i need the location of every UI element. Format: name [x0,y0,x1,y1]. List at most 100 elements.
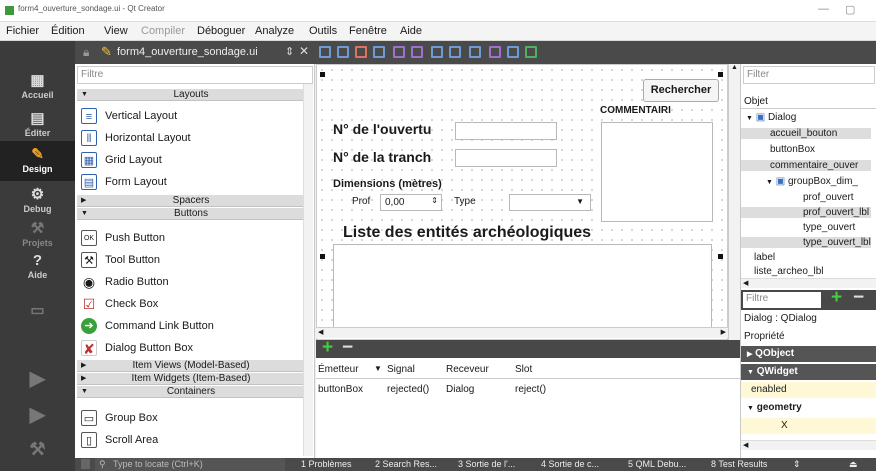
tree-item-prof-ouvert[interactable]: prof_ouvert [803,192,854,203]
tree-item-groupbox[interactable]: ▼ ▣ groupBox_dim_ [766,176,858,187]
widget-box-scrollbar[interactable] [303,84,313,456]
prop-horizontal-scrollbar[interactable]: ◀ [741,440,876,450]
liste-archeo-table[interactable] [333,244,712,334]
menu-fichier[interactable]: Fichier [6,25,39,37]
prop-qwidget[interactable]: ▼ QWidget [741,364,876,380]
scroll-left-icon[interactable]: ◀ [318,328,323,336]
canvas-horizontal-scrollbar[interactable]: ◀ ▶ [316,327,728,338]
widget-tool-button[interactable]: ⚒ Tool Button [81,250,160,270]
resize-handle[interactable] [718,254,723,259]
prop-enabled[interactable]: enabled [741,382,876,398]
build-icon[interactable]: ⚒ [0,440,75,458]
edit-signals-icon[interactable] [337,46,349,58]
prop-x[interactable]: X [741,418,876,434]
commentaire-field[interactable] [601,122,713,222]
slot-header[interactable]: Slot [515,364,532,375]
row-signal[interactable]: rejected() [387,384,429,395]
signal-header[interactable]: Signal [387,364,415,375]
widget-command-link-button[interactable]: ➔ Command Link Button [81,316,214,336]
spin-arrows-icon[interactable]: ⇕ [431,196,438,205]
property-filter-input[interactable]: Filtre [743,292,821,308]
category-item-views[interactable]: ▶ Item Views (Model-Based) [77,360,305,372]
widget-filter-input[interactable]: Filtre [77,66,313,84]
category-spacers[interactable]: ▶ Spacers [77,195,305,207]
debug-run-icon[interactable]: ▶ [0,405,75,425]
resize-handle[interactable] [320,72,325,77]
splitter-horizontal-icon[interactable] [431,46,443,58]
panel-toggle-icon[interactable]: ⏏ [849,459,858,470]
run-icon[interactable]: ▶ [0,369,75,389]
tab-sortie-compilation[interactable]: 4 Sortie de c... [541,459,599,469]
tab-search-results[interactable]: 2 Search Res... [375,459,437,469]
menu-deboguer[interactable]: Déboguer [197,25,245,37]
tree-item-commentaire[interactable]: commentaire_ouver [741,160,871,171]
scroll-up-icon[interactable]: ▲ [731,64,738,71]
tree-item-accueil-bouton[interactable]: accueil_bouton [741,128,871,139]
tree-item-type-ouvert[interactable]: type_ouvert [803,222,855,233]
tab-problemes[interactable]: 1 Problèmes [301,459,352,469]
horizontal-layout-icon[interactable] [393,46,405,58]
widget-radio-button[interactable]: ◉ Radio Button [81,272,169,292]
category-layouts[interactable]: ▼ Layouts [77,89,305,101]
tree-item-type-ouvert-lbl[interactable]: type_ouvert_lbl [741,237,871,248]
monitor-icon[interactable]: ▭ [0,303,75,320]
menu-edition[interactable]: Édition [51,25,85,37]
widget-grid-layout[interactable]: ▦ Grid Layout [81,150,162,170]
mode-aide[interactable]: ? Aide [0,253,75,281]
locator-input[interactable]: ⚲ Type to locate (Ctrl+K) [95,458,285,471]
menu-outils[interactable]: Outils [309,25,337,37]
tab-test-results[interactable]: 8 Test Results [711,459,767,469]
prof-spinbox[interactable]: 0,00 ⇕ [380,194,442,211]
mode-debug[interactable]: ⚙ Debug [0,187,75,215]
widget-check-box[interactable]: ☑ Check Box [81,294,158,314]
widget-horizontal-layout[interactable]: ⦀ Horizontal Layout [81,128,191,148]
receveur-header[interactable]: Receveur [446,364,489,375]
row-receveur[interactable]: Dialog [446,384,474,395]
search-button[interactable]: Rechercher [643,79,719,102]
resize-handle[interactable] [718,72,723,77]
mode-editer[interactable]: ▤ Éditer [0,111,75,139]
grid-layout-icon[interactable] [469,46,481,58]
edit-buddies-icon[interactable] [355,46,367,58]
adjust-size-icon[interactable] [525,46,537,58]
menu-fenetre[interactable]: Fenêtre [349,25,387,37]
category-containers[interactable]: ▼ Containers [77,386,305,398]
widget-vertical-layout[interactable]: ≡ Vertical Layout [81,106,177,126]
tree-item-label[interactable]: label [754,252,775,263]
splitter-vertical-icon[interactable] [449,46,461,58]
prop-geometry[interactable]: ▼ geometry [741,400,876,416]
break-layout-icon[interactable] [507,46,519,58]
remove-property-icon[interactable]: − [853,287,864,309]
menu-analyze[interactable]: Analyze [255,25,294,37]
remove-connection-icon[interactable]: − [342,337,353,359]
type-combobox[interactable]: ▼ [509,194,591,211]
mode-design[interactable]: ✎ Design [0,141,75,181]
widget-dialog-button-box[interactable]: ✘ Dialog Button Box [81,338,193,358]
widget-group-box[interactable]: ▭ Group Box [81,408,158,428]
maximize-icon[interactable]: ▢ [845,3,855,16]
close-file-icon[interactable]: ✕ [299,44,309,58]
menu-view[interactable]: View [104,25,128,37]
edit-tab-order-icon[interactable] [373,46,385,58]
scroll-left-icon[interactable]: ◀ [743,441,748,449]
file-name[interactable]: form4_ouverture_sondage.ui [117,46,258,58]
scroll-right-icon[interactable]: ▶ [721,328,726,336]
menu-aide[interactable]: Aide [400,25,422,37]
tree-item-prof-ouvert-lbl[interactable]: prof_ouvert_lbl [741,207,871,218]
tranche-field[interactable] [455,149,557,167]
row-slot[interactable]: reject() [515,384,546,395]
mode-projets[interactable]: ⚒ Projets [0,221,75,249]
resize-handle[interactable] [320,254,325,259]
row-emetteur[interactable]: buttonBox [318,384,363,395]
tab-sortie-application[interactable]: 3 Sortie de l'... [458,459,515,469]
tree-item-liste-archeo-lbl[interactable]: liste_archeo_lbl [754,266,824,277]
edit-widgets-icon[interactable] [319,46,331,58]
widget-push-button[interactable]: OK Push Button [81,228,165,248]
tree-item-buttonbox[interactable]: buttonBox [770,144,815,155]
tab-qml-debugger[interactable]: 5 QML Debu... [628,459,686,469]
minimize-icon[interactable]: — [818,3,829,15]
scroll-left-icon[interactable]: ◀ [743,279,748,287]
form-layout-icon[interactable] [489,46,501,58]
menu-compiler[interactable]: Compiler [141,25,185,37]
canvas-vertical-scrollbar[interactable]: ▲ [728,64,740,340]
